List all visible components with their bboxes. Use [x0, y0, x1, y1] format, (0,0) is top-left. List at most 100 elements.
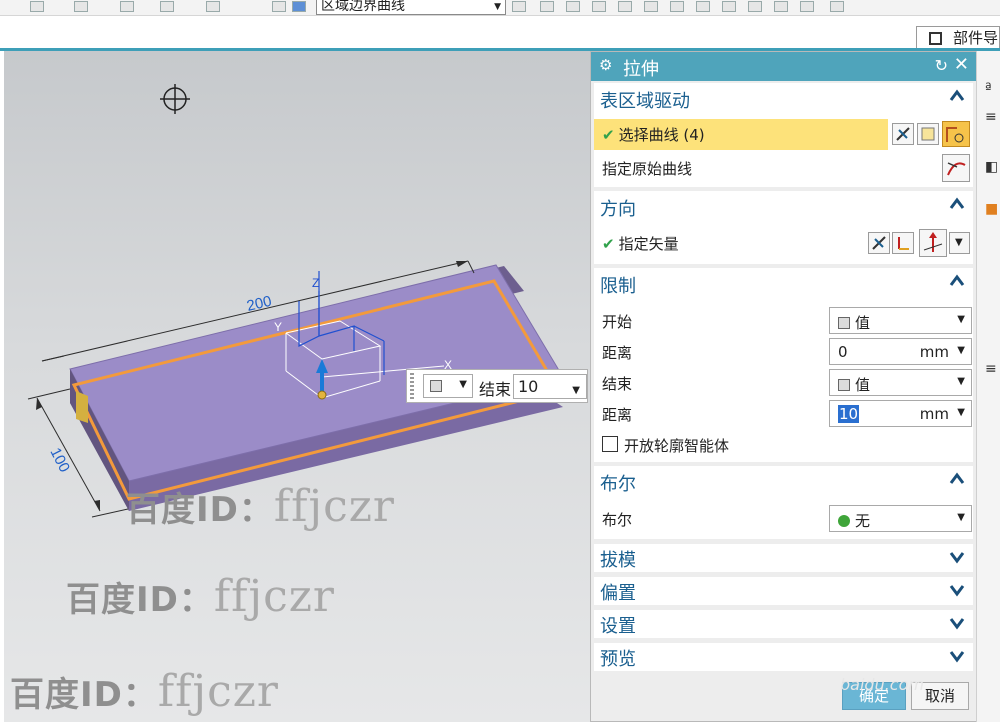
direction-group: 方向 ✔ 指定矢量 ▼ [594, 191, 973, 264]
chevron-up-icon [949, 89, 965, 101]
chevron-up-icon [949, 472, 965, 484]
select-curve-row[interactable]: ✔ 选择曲线 (4) [594, 119, 888, 150]
preview-header[interactable]: 预览 [594, 643, 973, 671]
end-row: 结束 值 ▼ [594, 368, 973, 398]
open-profile-row[interactable]: 开放轮廓智能体 [594, 430, 973, 460]
close-icon[interactable]: ✕ [954, 54, 969, 75]
chevron-down-icon: ▼ [957, 376, 965, 387]
extrude-dialog: ⚙ 拉伸 ↻ ✕ 表区域驱动 ✔ 选择曲线 (4) 指定原始曲线 方向 ✔ 指定… [590, 51, 977, 722]
snap-quadrant-icon[interactable] [618, 1, 632, 12]
snap-face-icon[interactable] [748, 1, 762, 12]
chevron-down-icon [949, 585, 965, 597]
curve-rule-value: 区域边界曲线 [321, 0, 405, 14]
chevron-down-icon [949, 552, 965, 564]
boolean-row: 布尔 无 ▼ [594, 504, 973, 534]
start-type-select[interactable]: 值 ▼ [829, 307, 972, 334]
resource-bar-item[interactable]: ≡ [985, 361, 997, 377]
origin-curve-icon[interactable] [942, 154, 970, 182]
stop-icon[interactable] [512, 1, 526, 12]
snap-center-icon[interactable] [592, 1, 606, 12]
vector-dialog-icon[interactable] [892, 232, 914, 254]
boolean-header[interactable]: 布尔 [594, 466, 973, 496]
chevron-down-icon: ▼ [957, 407, 965, 418]
chevron-down-icon: ▼ [955, 237, 963, 248]
reverse-direction-icon[interactable] [868, 232, 890, 254]
cube-icon [430, 380, 442, 392]
chevron-down-icon: ▼ [459, 379, 467, 390]
part-navigator-label: 部件导 [953, 29, 999, 47]
specify-vector-row[interactable]: ✔ 指定矢量 [594, 228, 973, 258]
extrude-handle-point [317, 390, 327, 400]
watermark-1: 百度ID：ffjczr [126, 481, 395, 532]
body-icon[interactable] [292, 1, 306, 12]
specify-origin-curve-row[interactable]: 指定原始曲线 [594, 153, 973, 183]
chevron-up-icon [949, 197, 965, 209]
chevron-down-icon: ▼ [957, 345, 965, 356]
end-type-select[interactable]: 值 ▼ [829, 369, 972, 396]
part-navigator-tab[interactable]: 部件导 [916, 26, 1000, 50]
limits-header[interactable]: 限制 [594, 268, 973, 298]
chevron-up-icon [949, 274, 965, 286]
screen-input-value[interactable]: 10 ▼ [513, 374, 587, 399]
draft-header[interactable]: 拔模 [594, 544, 973, 572]
snap-midpoint-icon[interactable] [566, 1, 580, 12]
drag-grip-icon[interactable] [410, 373, 414, 399]
width-dimension-label: 100 [46, 445, 73, 475]
end-distance-input[interactable]: 10 mm ▼ [829, 400, 972, 427]
limit-type-select[interactable]: ▼ [423, 374, 473, 398]
section-curve-group: 表区域驱动 ✔ 选择曲线 (4) 指定原始曲线 [594, 83, 973, 187]
resource-bar-item[interactable]: ◧ [985, 159, 998, 175]
dialog-title-bar: ⚙ 拉伸 ↻ ✕ [591, 52, 976, 81]
curve-selection-icon[interactable] [942, 121, 970, 147]
chevron-down-icon: ▼ [957, 314, 965, 325]
intersection-icon[interactable] [206, 1, 220, 12]
snap-curve-icon[interactable] [774, 1, 788, 12]
reset-icon[interactable]: ↻ [935, 56, 948, 75]
resource-bar-item[interactable]: ■ [985, 201, 998, 217]
snap-tangent-icon[interactable] [670, 1, 684, 12]
check-icon: ✔ [602, 126, 615, 144]
start-distance-row: 距离 0 mm ▼ [594, 337, 973, 367]
section-curve-header[interactable]: 表区域驱动 [594, 83, 973, 113]
watermark-2: 百度ID：ffjczr [66, 571, 335, 622]
offset-header[interactable]: 偏置 [594, 577, 973, 605]
direction-header[interactable]: 方向 [594, 191, 973, 221]
resource-bar-item[interactable]: ≡ [985, 109, 997, 125]
snap-grid-icon[interactable] [830, 1, 844, 12]
cube-icon [838, 379, 850, 391]
snap-bounded-icon[interactable] [800, 1, 814, 12]
screen-input-box: ▼ 结束 10 ▼ [406, 369, 588, 403]
curve-rule-icon[interactable] [892, 123, 914, 145]
axis-y-label: Y [274, 320, 282, 334]
resource-bar-item[interactable]: ª [985, 81, 992, 97]
curve-rule-select[interactable]: 区域边界曲线 ▼ [316, 0, 506, 15]
start-row: 开始 值 ▼ [594, 306, 973, 336]
baidu-watermark: baidu.com [840, 675, 924, 694]
view-icon[interactable] [272, 1, 286, 12]
length-dimension-label: 200 [245, 293, 273, 315]
open-profile-checkbox[interactable] [602, 436, 618, 452]
settings-header[interactable]: 设置 [594, 610, 973, 638]
boolean-none-icon [838, 515, 850, 527]
chevron-down-icon: ▼ [572, 385, 580, 396]
snap-endpoint-icon[interactable] [540, 1, 554, 12]
limits-group: 限制 开始 值 ▼ 距离 0 mm ▼ 结束 值 ▼ 距离 10 mm ▼ 开放… [594, 268, 973, 462]
sketch-section-icon[interactable] [917, 123, 939, 145]
vector-type-dropdown[interactable]: ▼ [949, 232, 970, 254]
point-icon[interactable] [160, 1, 174, 12]
start-distance-input[interactable]: 0 mm ▼ [829, 338, 972, 365]
inferred-vector-icon[interactable] [919, 229, 947, 257]
axis-z-label: Z [312, 276, 319, 290]
boolean-group: 布尔 布尔 无 ▼ [594, 466, 973, 539]
dropdown-icon[interactable] [30, 1, 44, 12]
filter-icon[interactable] [74, 1, 88, 12]
snap-pole-icon[interactable] [722, 1, 736, 12]
snap-icon[interactable] [120, 1, 134, 12]
gear-icon[interactable]: ⚙ [599, 56, 612, 74]
snap-intersect-icon[interactable] [644, 1, 658, 12]
chevron-down-icon [949, 618, 965, 630]
check-icon: ✔ [602, 235, 615, 253]
watermark-3: 百度ID：ffjczr [10, 666, 279, 717]
snap-point-icon[interactable] [696, 1, 710, 12]
boolean-select[interactable]: 无 ▼ [829, 505, 972, 532]
